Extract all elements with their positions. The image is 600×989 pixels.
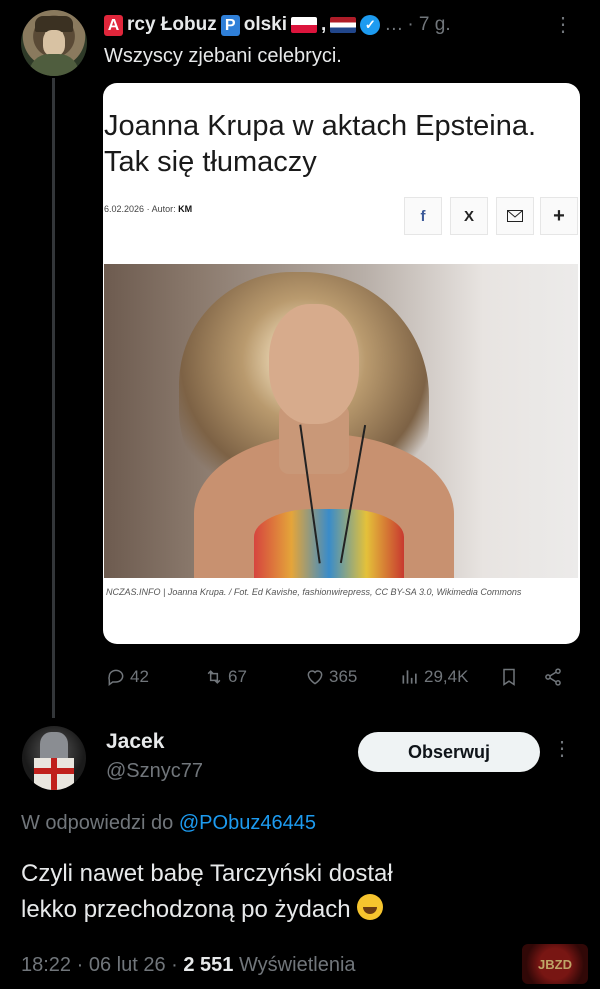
bookmark-button[interactable] [499,666,519,688]
bookmark-icon [503,668,515,686]
post-time[interactable]: · 7 g. [407,14,450,36]
replying-to-link[interactable]: @PObuz46445 [179,812,316,834]
jbzd-watermark-logo: JBZD [522,944,588,984]
reply-more-icon[interactable]: ⋮ [552,736,572,761]
reply-footer: 18:22 · 06 lut 26 · 2 551 Wyświetlenia [21,954,356,976]
photo-caption: NCZAS.INFO | Joanna Krupa. / Fot. Ed Kav… [106,587,522,597]
poland-flag-icon [291,17,318,33]
views-button[interactable]: 29,4K [400,666,468,688]
reply-icon [108,669,124,686]
reply-text-line: Czyli nawet babę Tarczyński dostał [21,860,393,887]
facebook-share-icon: f [404,197,442,235]
share-icon [545,668,561,686]
heart-icon [307,670,323,685]
views-chart-icon [402,670,417,684]
reply-author-handle[interactable]: @Sznyc77 [106,760,203,783]
reply-time: 18:22 [21,954,72,976]
author-name-part: olski [243,14,288,35]
replying-prefix: W odpowiedzi do [21,812,174,834]
views-count: 29,4K [424,667,469,686]
name-ellipsis: … [384,14,404,35]
article-photo [104,264,578,578]
replying-to: W odpowiedzi do @PObuz46445 [21,812,316,835]
author-avatar[interactable] [21,10,87,76]
reply-text: Czyli nawet babę Tarczyński dostał lekko… [21,856,581,928]
x-share-icon: X [450,197,488,235]
repost-button[interactable]: 67 [204,666,247,688]
name-separator: , [321,14,327,35]
reply-button[interactable]: 42 [106,666,149,688]
post-text: Wszyscy zjebani celebryci. [104,45,342,67]
thread-line [52,78,55,718]
verified-badge-icon: ✓ [360,15,381,35]
reply-avatar[interactable] [22,726,86,790]
author-name-part: rcy Łobuz [127,14,217,35]
author-name[interactable]: A rcy Łobuz P olski , ✓ … · 7 g. [104,12,451,38]
mail-share-icon [496,197,534,235]
article-author-label: Autor: [151,204,176,214]
reply-views-label: Wyświetlenia [238,954,356,976]
reply-date: 06 lut 26 [88,954,166,976]
laughing-emoji-icon [357,894,384,920]
reply-views-count: 2 551 [183,954,234,976]
reply-author-name[interactable]: Jacek [106,730,164,754]
follow-button[interactable]: Obserwuj [358,732,540,772]
reply-text-line-2: lekko przechodzoną po żydach [21,892,581,928]
letter-p-badge: P [220,14,240,36]
like-count: 365 [329,667,358,686]
reply-count: 42 [130,667,149,686]
like-button[interactable]: 365 [305,666,357,688]
plus-share-icon: + [540,197,578,235]
share-button[interactable] [543,666,563,688]
netherlands-flag-icon [330,17,357,33]
repost-count: 67 [228,667,247,686]
repost-icon [207,670,221,684]
article-meta: 6.02.2026 · Autor: KM [104,204,193,214]
article-author: KM [178,204,193,214]
article-date: 6.02.2026 [104,204,145,214]
article-title: Joanna Krupa w aktach Epsteina. Tak się … [104,110,537,178]
more-dots-icon[interactable]: ⋮ [553,12,573,37]
letter-a-badge: A [104,14,123,36]
